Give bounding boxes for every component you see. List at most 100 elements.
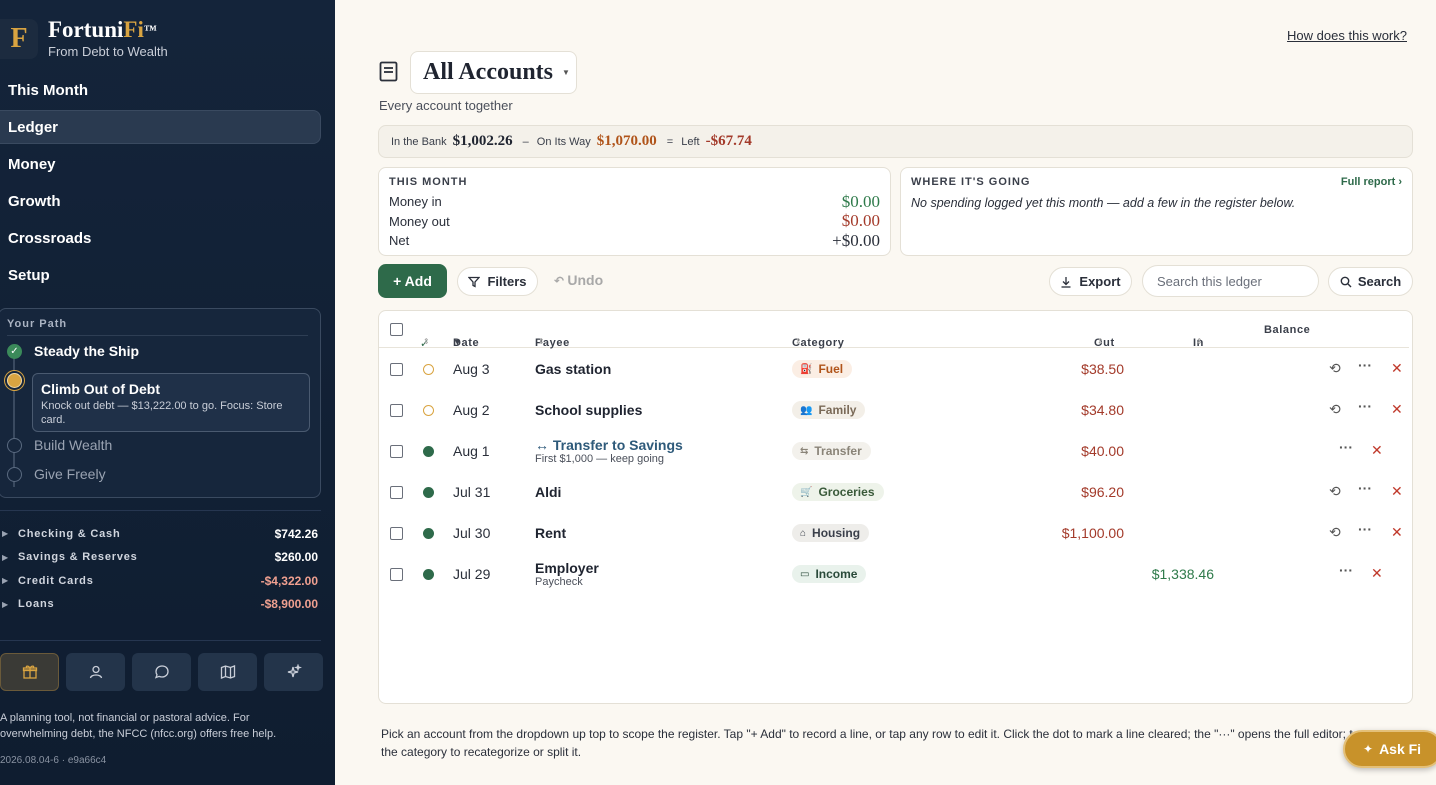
account-group-amount: $260.00	[274, 550, 318, 565]
row-checkbox[interactable]	[390, 486, 403, 499]
build-version: 2026.08.04-6 · e9a66c4	[0, 755, 107, 766]
row-date: Jul 31	[453, 484, 491, 500]
select-all-checkbox[interactable]	[390, 323, 403, 336]
sort-desc-icon: ▼	[453, 337, 463, 347]
nav-item-money[interactable]: Money	[0, 147, 321, 181]
caret-right-icon: ▶	[2, 599, 9, 609]
more-options-icon[interactable]: ···	[1358, 357, 1372, 373]
row-payee[interactable]: ↔ Transfer to Savings	[535, 437, 683, 453]
row-checkbox[interactable]	[390, 404, 403, 417]
nav-item-ledger[interactable]: Ledger	[0, 110, 321, 144]
ask-fi-button[interactable]: ✦ Ask Fi	[1343, 730, 1436, 768]
delete-icon[interactable]: ✕	[1371, 442, 1383, 459]
caret-right-icon: ▶	[2, 576, 9, 586]
path-step-climb-dot	[7, 373, 22, 388]
recurring-icon[interactable]: ⟲	[1329, 401, 1341, 418]
row-category[interactable]: ⇆ Transfer	[792, 442, 871, 460]
delete-icon[interactable]: ✕	[1371, 565, 1383, 582]
delete-icon[interactable]: ✕	[1391, 360, 1403, 377]
path-step-build-wealth[interactable]: Build Wealth	[7, 437, 112, 453]
sidebar-icon-row	[0, 653, 323, 691]
recurring-icon[interactable]: ⟲	[1329, 524, 1341, 541]
path-step-climb[interactable]: Climb Out of Debt Knock out debt — $13,2…	[32, 373, 310, 432]
path-step-steady[interactable]: ✓ Steady the Ship	[7, 343, 139, 359]
account-group-checking[interactable]: ▶ Checking & Cash $742.26	[0, 522, 318, 546]
nav-item-crossroads[interactable]: Crossroads	[0, 221, 321, 255]
table-row[interactable]: Jul 30 Rent ⌂ Housing $1,100.00 ⟲ ··· ✕	[379, 513, 1409, 554]
money-in-label: Money in	[389, 194, 442, 210]
undo-button[interactable]: ↶ Undo	[554, 272, 603, 288]
category-icon: ⇆	[800, 445, 809, 457]
path-step-give-freely[interactable]: Give Freely	[7, 466, 106, 482]
account-group-savings[interactable]: ▶ Savings & Reserves $260.00	[0, 546, 318, 570]
sparkle-icon: ✦	[1363, 742, 1374, 756]
account-subtitle: Every account together	[379, 98, 513, 113]
sparkle-icon[interactable]	[264, 653, 323, 691]
more-options-icon[interactable]: ···	[1339, 439, 1353, 455]
cleared-toggle[interactable]	[423, 569, 434, 580]
nav-item-setup[interactable]: Setup	[0, 258, 321, 292]
full-report-link[interactable]: Full report ›	[1341, 176, 1402, 188]
row-out-amount: $34.80	[1081, 402, 1124, 418]
search-label: Search	[1357, 274, 1402, 289]
category-icon: ⛽	[800, 363, 813, 375]
nav-item-growth[interactable]: Growth	[0, 184, 321, 218]
table-row[interactable]: Aug 3 Gas station ⛽ Fuel $38.50 ⟲ ··· ✕	[379, 349, 1409, 390]
cleared-toggle[interactable]	[423, 446, 434, 457]
table-row[interactable]: Jul 29 Employer Paycheck ▭ Income $1,338.46 ··…	[379, 554, 1409, 595]
account-group-amount: -$4,322.00	[260, 573, 318, 588]
more-options-icon[interactable]: ···	[1358, 521, 1372, 537]
row-category[interactable]: 👥 Family	[792, 401, 866, 419]
cleared-toggle[interactable]	[423, 364, 434, 375]
search-button[interactable]: Search	[1328, 267, 1413, 296]
account-group-amount: $742.26	[274, 526, 318, 541]
bank-summary-bar: In the Bank $1,002.26 – On Its Way $1,07…	[378, 125, 1413, 158]
more-options-icon[interactable]: ···	[1358, 398, 1372, 414]
cleared-toggle[interactable]	[423, 528, 434, 539]
cleared-toggle[interactable]	[423, 487, 434, 498]
gift-icon[interactable]	[0, 653, 59, 691]
brand[interactable]: F FortuniFi™ From Debt to Wealth	[0, 18, 168, 59]
add-button[interactable]: + Add	[378, 264, 447, 298]
search-input[interactable]	[1142, 265, 1319, 297]
brand-name: FortuniFi™	[48, 18, 168, 42]
row-category[interactable]: 🛒 Groceries	[792, 483, 884, 501]
person-icon[interactable]	[66, 653, 125, 691]
row-checkbox[interactable]	[390, 527, 403, 540]
account-group-loans[interactable]: ▶ Loans -$8,900.00	[0, 593, 318, 617]
filters-button[interactable]: Filters	[457, 267, 538, 296]
row-out-amount: $96.20	[1081, 484, 1124, 500]
row-category[interactable]: ⌂ Housing	[792, 524, 870, 542]
row-payee: Rent	[535, 525, 567, 541]
account-select[interactable]: All Accounts ▼	[410, 51, 577, 94]
delete-icon[interactable]: ✕	[1391, 401, 1403, 418]
account-group-credit-cards[interactable]: ▶ Credit Cards -$4,322.00	[0, 569, 318, 593]
table-row[interactable]: Jul 31 Aldi 🛒 Groceries $96.20 ⟲ ··· ✕	[379, 472, 1409, 513]
row-category[interactable]: ⛽ Fuel	[792, 360, 853, 378]
export-button[interactable]: Export	[1049, 267, 1132, 296]
delete-icon[interactable]: ✕	[1391, 483, 1403, 500]
row-category[interactable]: ▭ Income	[792, 565, 867, 583]
cleared-toggle[interactable]	[423, 405, 434, 416]
row-checkbox[interactable]	[390, 445, 403, 458]
delete-icon[interactable]: ✕	[1391, 524, 1403, 541]
nav-item-this-month[interactable]: This Month	[0, 73, 321, 107]
account-group-amount: -$8,900.00	[260, 597, 318, 612]
row-checkbox[interactable]	[390, 568, 403, 581]
map-icon[interactable]	[198, 653, 257, 691]
divider	[7, 335, 308, 336]
ledger-icon	[379, 61, 398, 82]
in-bank-label: In the Bank	[391, 135, 447, 148]
recurring-icon[interactable]: ⟲	[1329, 360, 1341, 377]
divider	[0, 510, 321, 511]
table-row[interactable]: Aug 1 ↔ Transfer to Savings First $1,000 —…	[379, 431, 1409, 472]
how-it-works-link[interactable]: How does this work?	[1287, 28, 1407, 43]
row-checkbox[interactable]	[390, 363, 403, 376]
table-header: ✓ ⇕ Date ▼ Payee ⇕ Category ⇕ Out ⇕ In ⇕ Bala…	[379, 311, 1409, 350]
chat-icon[interactable]	[132, 653, 191, 691]
more-options-icon[interactable]: ···	[1339, 562, 1353, 578]
recurring-icon[interactable]: ⟲	[1329, 483, 1341, 500]
account-group-name: Credit Cards	[18, 574, 94, 587]
table-row[interactable]: Aug 2 School supplies 👥 Family $34.80 ⟲ ··· ✕	[379, 390, 1409, 431]
more-options-icon[interactable]: ···	[1358, 480, 1372, 496]
